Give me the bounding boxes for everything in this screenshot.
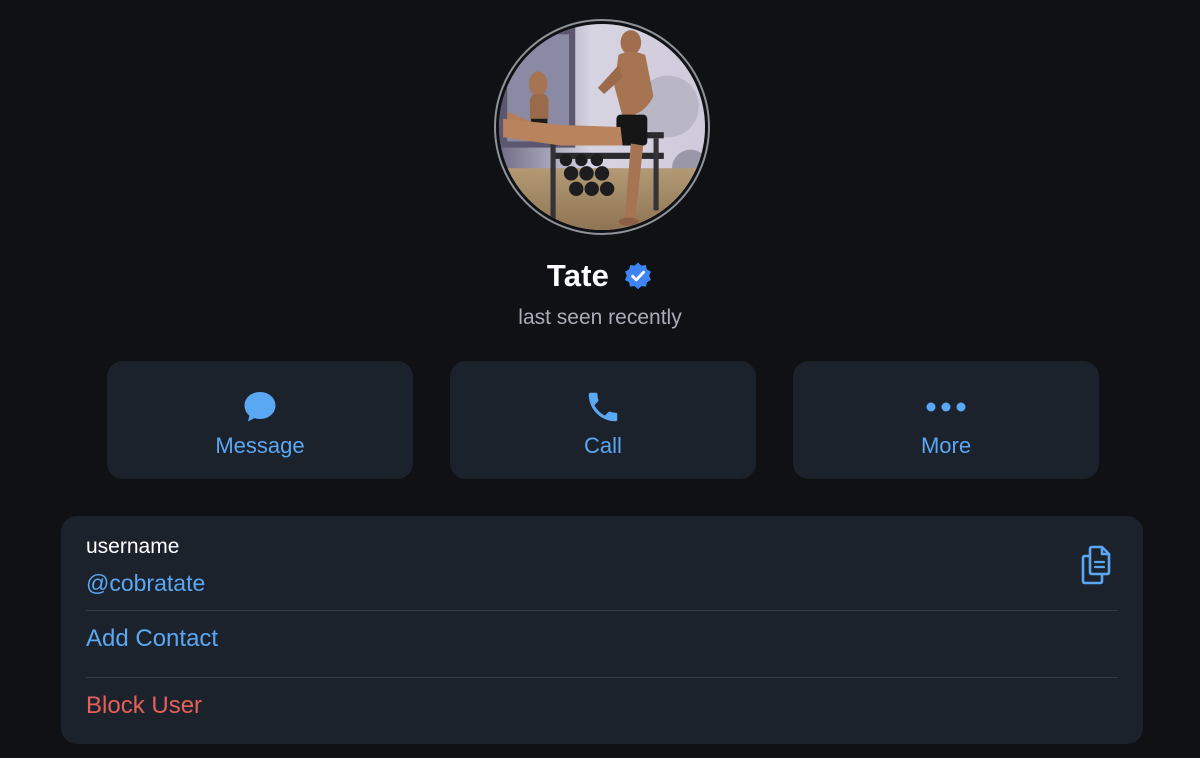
verified-badge-icon	[625, 262, 652, 290]
last-seen-status: last seen recently	[518, 306, 682, 329]
profile-name-row: Tate	[0, 254, 1200, 298]
username-row[interactable]: username @cobratate	[61, 516, 1143, 611]
call-button-label: Call	[584, 433, 622, 458]
profile-info-card: username @cobratate Add Contact Block Us…	[61, 516, 1143, 744]
copy-icon[interactable]	[1079, 544, 1117, 586]
profile-name: Tate	[546, 258, 610, 293]
chat-bubble-icon	[244, 392, 276, 422]
action-buttons: Message Call More	[107, 361, 1099, 479]
avatar-photo	[499, 24, 705, 230]
add-contact-row[interactable]: Add Contact	[61, 611, 1143, 677]
profile-avatar[interactable]	[494, 19, 710, 235]
username-label: username	[86, 535, 180, 558]
username-value: @cobratate	[86, 570, 206, 596]
call-button[interactable]: Call	[450, 361, 756, 479]
block-user-row[interactable]: Block User	[61, 678, 1143, 744]
phone-icon	[588, 392, 618, 422]
add-contact-label: Add Contact	[86, 625, 219, 652]
more-dots-icon	[926, 402, 966, 412]
message-button[interactable]: Message	[107, 361, 413, 479]
more-button-label: More	[920, 433, 972, 458]
message-button-label: Message	[215, 433, 305, 458]
block-user-label: Block User	[86, 692, 203, 719]
more-button[interactable]: More	[793, 361, 1099, 479]
